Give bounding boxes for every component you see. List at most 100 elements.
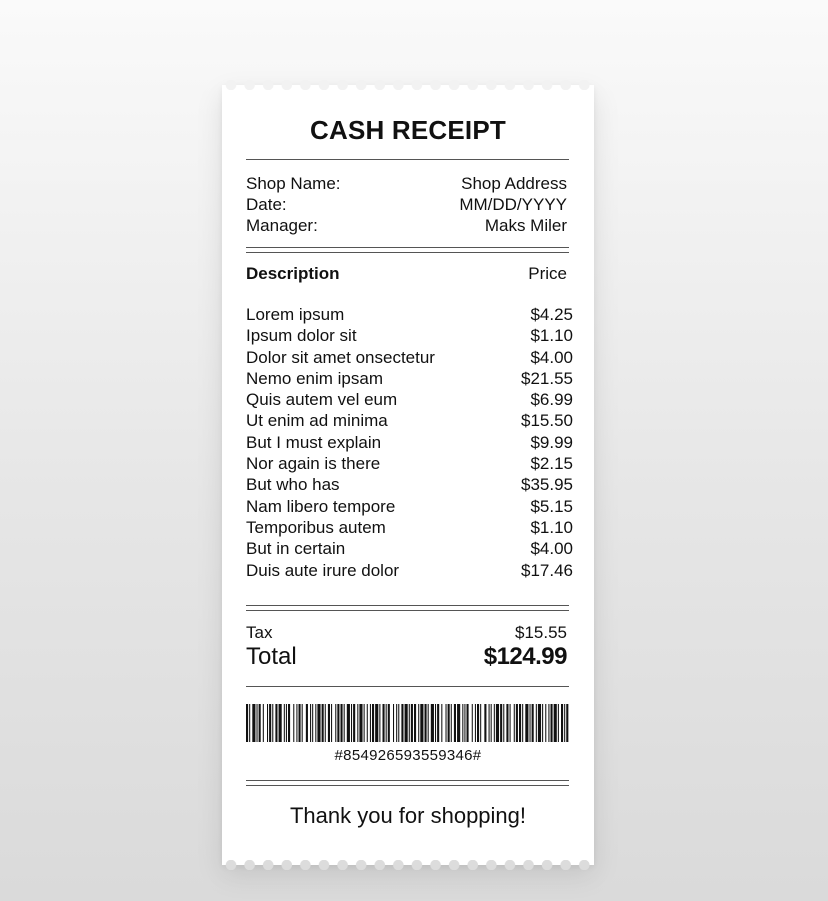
item-price: $4.00 [530,539,573,559]
barcode-bar [398,704,400,742]
barcode-bar [404,704,408,742]
item-name: But in certain [246,539,346,559]
barcode-bar [557,704,559,742]
barcode-bar [457,704,461,742]
barcode-bar [537,704,542,742]
barcode-bar [493,704,495,742]
barcode-bar [278,704,282,742]
barcode-bar [561,704,564,742]
barcode-bar [408,704,410,742]
barcode-bar [401,704,404,742]
barcode-bar [480,704,482,742]
barcode-bar [310,704,312,742]
item-name: But I must explain [246,432,382,452]
barcode-bar [435,704,437,742]
barcode-bar [340,704,343,742]
barcode-bar [252,704,256,742]
list-item: Nemo enim ipsam $21.55 [246,368,573,389]
barcode-bar [447,704,450,742]
barcode-bar [490,704,492,742]
barcode-bar [466,704,469,742]
barcode-bar [427,704,429,742]
barcode-bar [256,704,258,742]
item-name: Nor again is there [246,454,381,474]
list-item: Duis aute irure dolor $17.46 [246,560,573,581]
barcode-bar [545,704,547,742]
divider [246,780,569,781]
barcode-number: #854926593559346# [334,747,482,764]
barcode-bar [566,704,569,742]
barcode-bar [359,704,363,742]
barcode-bar [503,704,505,742]
barcode-bar [293,704,295,742]
barcode-bar [246,704,249,742]
manager-value: Maks Miler [484,216,567,235]
item-price: $1.10 [530,326,573,346]
barcode-bar [337,704,340,742]
barcode-bar [484,704,487,742]
item-price: $5.15 [530,496,573,516]
barcode-bar [393,704,395,742]
thank-you-message: Thank you for shopping! [289,803,527,828]
barcode-bar [372,704,375,742]
list-item: Nam libero tempore $5.15 [246,496,573,517]
barcode-bar [298,704,301,742]
list-item: But I must explain $9.99 [246,432,573,453]
barcode-bar [522,704,524,742]
barcode-bar [410,704,413,742]
barcode-bar [327,704,330,742]
barcode-bar [366,704,368,742]
barcode [246,704,569,742]
barcode-bar [288,704,291,742]
barcode-bar [267,704,269,742]
barcode-bar [283,704,285,742]
barcode-bar [548,704,550,742]
barcode-bar [272,704,274,742]
divider [246,686,569,687]
divider [246,252,569,253]
barcode-bar [519,704,522,742]
barcode-bar [346,704,350,742]
barcode-bar [385,704,387,742]
barcode-bar [317,704,321,742]
item-name: Ipsum dolor sit [246,326,357,346]
list-item: Temporibus autem $1.10 [246,517,573,538]
list-item: Lorem ipsum $4.25 [246,304,573,325]
barcode-bar [369,704,371,742]
list-item: But who has $35.95 [246,474,573,495]
cash-receipt: CASH RECEIPT Shop Name: Date: Manager: S… [222,80,594,870]
barcode-bar [450,704,452,742]
barcode-bar [495,704,500,742]
barcode-bar [321,704,324,742]
barcode-bar [305,704,308,742]
divider [246,610,569,611]
barcode-bar [324,704,326,742]
barcode-bar [379,704,381,742]
info-values: Shop Address MM/DD/YYYY Maks Miler [459,173,567,236]
receipt-bottom-edge [222,860,594,870]
barcode-bar [525,704,529,742]
item-price: $35.95 [521,475,573,495]
item-name: Nam libero tempore [246,496,396,516]
item-name: Ut enim ad minima [246,411,388,431]
shop-address-value: Shop Address [461,174,567,193]
barcode-bar [418,704,420,742]
barcode-bar [529,704,531,742]
barcode-bar [488,704,490,742]
barcode-bar [285,704,287,742]
total-value: $124.99 [483,643,568,670]
barcode-bar [315,704,317,742]
barcode-bar [553,704,557,742]
barcode-bar [420,704,424,742]
list-item: Dolor sit amet onsectetur $4.00 [246,347,573,368]
price-header: Price [528,264,567,283]
barcode-bar [296,704,298,742]
list-item: Quis autem vel eum $6.99 [246,389,573,410]
barcode-bar [275,704,278,742]
barcode-bar [464,704,466,742]
item-name: Temporibus autem [246,517,386,537]
barcode-bar [515,704,518,742]
barcode-bar [437,704,440,742]
barcode-bar [357,704,359,742]
receipt-top-edge [222,80,594,90]
